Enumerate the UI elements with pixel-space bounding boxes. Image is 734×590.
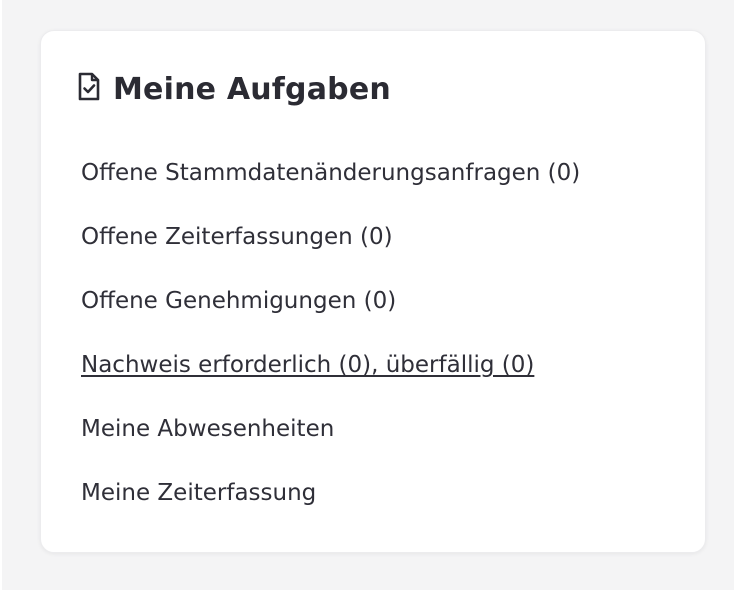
document-check-icon	[77, 72, 101, 102]
task-item-label: Offene Genehmigungen (0)	[81, 288, 397, 314]
card-title: Meine Aufgaben	[113, 72, 391, 107]
task-item-my-absences: Meine Abwesenheiten	[81, 409, 580, 473]
proof-required-link[interactable]: Nachweis erforderlich (0), überfällig (0…	[81, 352, 534, 378]
task-item-proof-required[interactable]: Nachweis erforderlich (0), überfällig (0…	[81, 345, 580, 409]
task-item-my-time-tracking: Meine Zeiterfassung	[81, 473, 580, 537]
task-item-label: Offene Zeiterfassungen (0)	[81, 224, 393, 250]
card-header: Meine Aufgaben	[77, 71, 391, 109]
task-item-approvals: Offene Genehmigungen (0)	[81, 281, 580, 345]
left-edge	[0, 0, 2, 590]
task-item-stammdaten-requests: Offene Stammdatenänderungsanfragen (0)	[81, 153, 580, 217]
task-item-label: Meine Abwesenheiten	[81, 416, 335, 442]
task-item-label: Meine Zeiterfassung	[81, 480, 317, 506]
task-item-label: Offene Stammdatenänderungsanfragen (0)	[81, 160, 581, 186]
task-list: Offene Stammdatenänderungsanfragen (0) O…	[81, 153, 580, 537]
my-tasks-card: Meine Aufgaben Offene Stammdatenänderung…	[40, 30, 706, 553]
task-item-time-entries: Offene Zeiterfassungen (0)	[81, 217, 580, 281]
